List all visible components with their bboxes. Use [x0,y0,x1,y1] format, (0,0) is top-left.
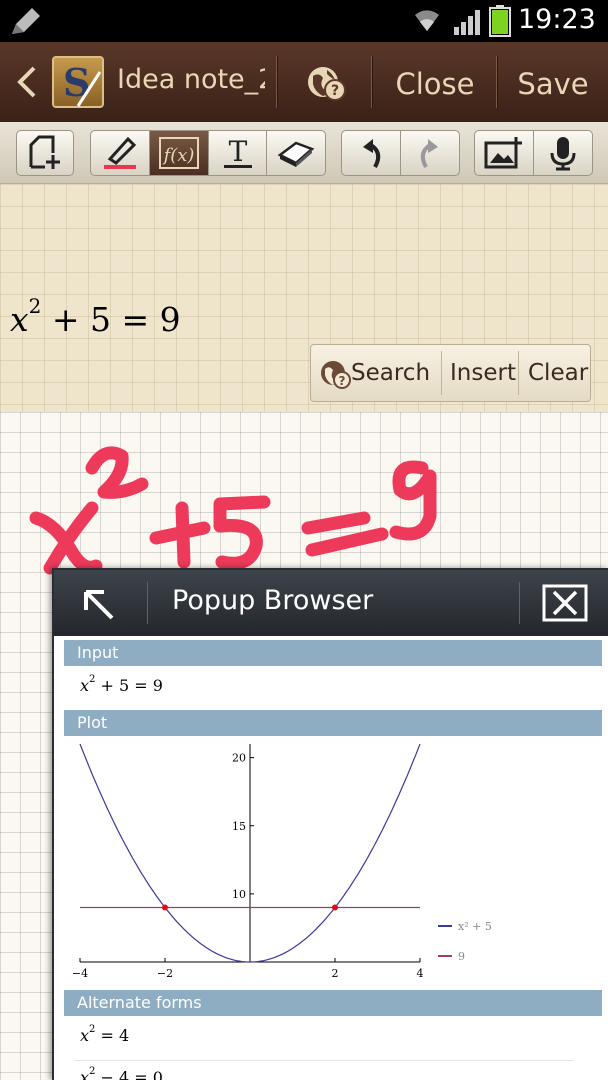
recognized-formula[interactable]: x2 + 5 = 9 [10,294,181,339]
redo-button[interactable] [400,130,460,176]
battery-icon [489,5,511,41]
alt2-exponent: 2 [89,1065,96,1077]
search-button[interactable]: ? Search [319,345,441,401]
popup-header: Popup Browser [54,570,608,636]
formula-tool-button[interactable]: f(x) [149,130,209,176]
popup-browser: Popup Browser Input x2 + 5 = 9 Plot −4 −2… [52,568,608,1080]
expand-icon[interactable] [78,584,118,628]
formula-icon: f(x) [159,137,199,169]
close-button[interactable]: Close [377,62,493,106]
insert-button[interactable]: Insert [450,345,518,401]
text-tool-button[interactable]: T [208,130,267,176]
title-bar: S Idea note_2 ? Close Save [0,42,608,122]
formula-actions: ? Search Insert Clear [310,344,591,402]
legend-label-constant: 9 [458,950,465,963]
legend-label-parabola: x² + 5 [458,920,492,933]
plot-chart: −4 −2 2 4 10 15 20 x² + 5 9 [72,744,492,978]
input-formula: x2 + 5 = 9 [80,673,163,695]
toolbar: f(x) T [0,122,608,184]
text-icon: T [223,135,252,168]
x-tick-label: −2 [157,967,173,978]
formula-exponent: 2 [28,294,42,318]
formula-rest: + 5 = 9 [41,300,181,339]
alt2-base: x [80,1068,90,1080]
input-exponent: 2 [89,673,96,685]
x-tick-label: 4 [417,967,424,978]
pen-icon [104,136,137,169]
svg-text:?: ? [331,83,339,99]
undo-button[interactable] [341,130,401,176]
action-separator [518,351,519,395]
plot-section-header: Plot [64,710,602,736]
pen-tool-button[interactable] [90,130,150,176]
action-separator [441,351,442,395]
alt1-base: x [80,1026,90,1045]
title-separator [496,56,498,108]
back-icon[interactable] [12,64,42,104]
selection-mode-icon [29,135,60,169]
web-search-icon[interactable]: ? [305,64,347,106]
alternate-form-1: x2 = 4 [80,1023,130,1045]
clear-button[interactable]: Clear [528,345,590,401]
alternate-form-2: x2 − 4 = 0 [80,1065,163,1080]
insert-image-button[interactable] [474,130,534,176]
header-separator [519,582,520,624]
y-tick-label: 20 [232,752,246,765]
popup-title: Popup Browser [172,585,374,616]
svg-text:f(x): f(x) [162,145,195,166]
svg-text:T: T [228,135,247,168]
web-search-icon: ? [321,360,351,389]
eraser-tool-button[interactable] [266,130,326,176]
selection-mode-button[interactable] [16,130,74,176]
popup-content[interactable]: Input x2 + 5 = 9 Plot −4 −2 2 4 10 15 20 x² + 5… [54,636,608,1080]
formula-result-area: x2 + 5 = 9 ? Search Insert Clear [0,184,608,412]
app-logo[interactable]: S [52,56,104,108]
pen-notification-icon [10,6,44,40]
x-tick-label: 2 [332,967,339,978]
redo-icon [420,139,438,168]
svg-text:?: ? [339,374,346,388]
formula-base: x [10,300,29,339]
alt1-rest: = 4 [95,1026,130,1045]
insert-image-icon [484,137,522,169]
search-label: Search [351,360,431,386]
wifi-icon [412,5,442,39]
note-title[interactable]: Idea note_2 [117,64,265,95]
input-base: x [80,676,90,695]
clock: 19:23 [518,4,596,35]
save-button[interactable]: Save [503,62,603,106]
input-section-header: Input [64,640,602,666]
header-separator [147,582,148,624]
title-separator [276,56,278,108]
intersection-point [332,904,338,911]
alt1-exponent: 2 [89,1023,96,1035]
input-rest: + 5 = 9 [95,676,163,695]
eraser-icon [277,141,315,167]
close-icon[interactable] [542,584,588,626]
x-tick-label: −4 [72,967,88,978]
status-bar: 19:23 [0,0,608,42]
intersection-point [162,904,168,911]
y-tick-label: 10 [232,888,246,901]
row-divider [74,1060,574,1061]
y-tick-label: 15 [232,820,246,833]
voice-record-button[interactable] [533,130,593,176]
microphone-icon [550,137,576,171]
signal-icon [453,8,483,40]
alt2-rest: − 4 = 0 [95,1068,163,1080]
alternate-forms-header: Alternate forms [64,990,602,1016]
title-separator [371,56,373,108]
undo-icon [363,139,381,168]
